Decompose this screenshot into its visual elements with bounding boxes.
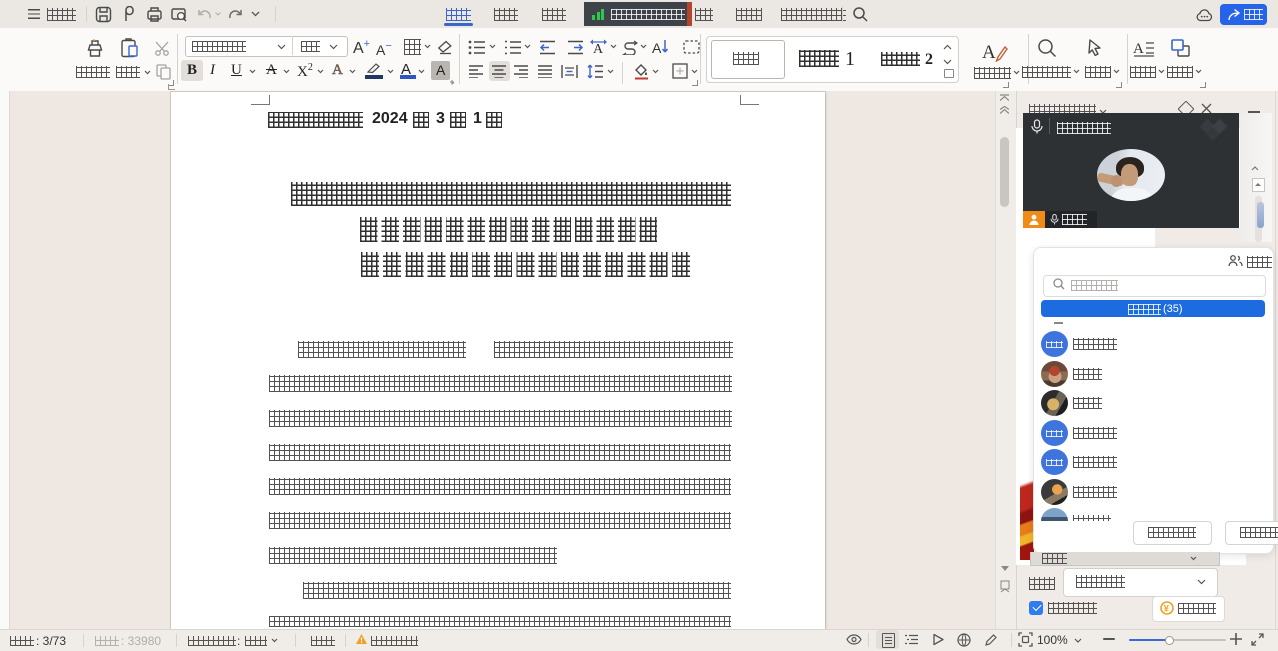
svg-text:A: A — [593, 42, 604, 56]
svg-text:A: A — [652, 40, 662, 56]
svg-text:A: A — [1133, 41, 1144, 57]
svg-text:¥: ¥ — [1164, 604, 1170, 615]
